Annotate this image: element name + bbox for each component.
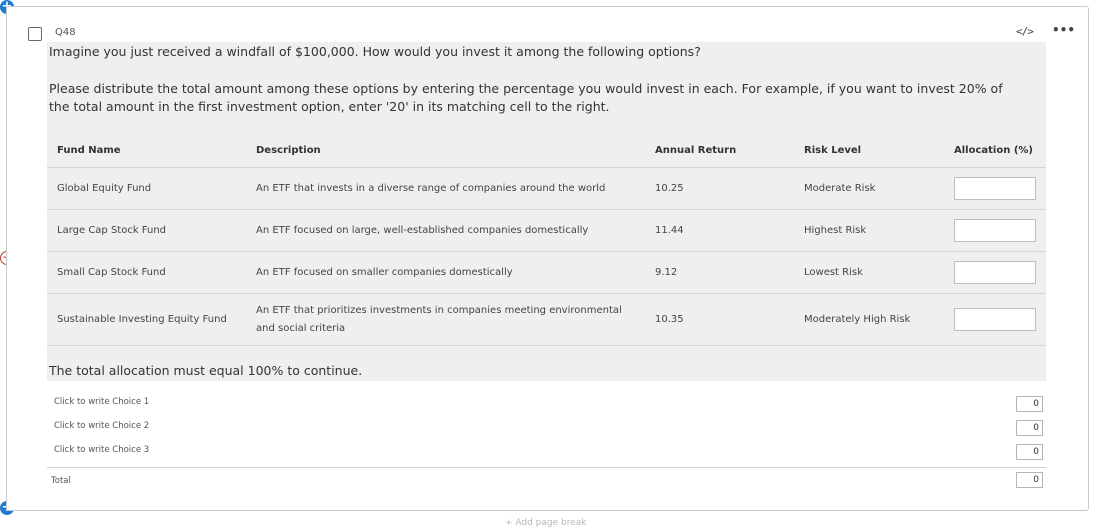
choice-value-box[interactable]: 0 — [1016, 396, 1043, 412]
fund-risk: Moderately High Risk — [794, 293, 944, 346]
fund-description: An ETF that prioritizes investments in c… — [246, 293, 645, 346]
question-select-checkbox[interactable] — [28, 27, 42, 41]
header-annual-return: Annual Return — [645, 134, 794, 168]
fund-name: Global Equity Fund — [47, 167, 246, 210]
total-label: Total — [51, 476, 71, 486]
more-options-icon[interactable]: ••• — [1052, 23, 1075, 37]
table-row: Global Equity Fund An ETF that invests i… — [47, 167, 1046, 210]
question-instructions: Please distribute the total amount among… — [49, 81, 1003, 114]
total-value-box: 0 — [1016, 472, 1043, 488]
allocation-input[interactable] — [954, 177, 1036, 200]
fund-risk: Highest Risk — [794, 209, 944, 252]
allocation-input[interactable] — [954, 219, 1036, 242]
table-header-row: Fund Name Description Annual Return Risk… — [47, 134, 1046, 168]
fund-description: An ETF focused on smaller companies dome… — [246, 251, 645, 294]
allocation-input[interactable] — [954, 261, 1036, 284]
question-footer-note: The total allocation must equal 100% to … — [49, 363, 363, 378]
fund-return: 10.35 — [645, 293, 794, 346]
fund-risk: Moderate Risk — [794, 167, 944, 210]
fund-description: An ETF that invests in a diverse range o… — [246, 167, 645, 210]
choice-label[interactable]: Click to write Choice 2 — [54, 421, 149, 431]
fund-risk: Lowest Risk — [794, 251, 944, 294]
choice-value-box[interactable]: 0 — [1016, 420, 1043, 436]
total-divider — [47, 467, 1046, 468]
code-icon[interactable]: </> — [1016, 25, 1034, 38]
question-id: Q48 — [55, 27, 76, 38]
fund-description: An ETF focused on large, well-establishe… — [246, 209, 645, 252]
table-row: Small Cap Stock Fund An ETF focused on s… — [47, 251, 1046, 294]
allocation-input[interactable] — [954, 308, 1036, 331]
fund-name: Small Cap Stock Fund — [47, 251, 246, 294]
fund-name: Large Cap Stock Fund — [47, 209, 246, 252]
fund-name: Sustainable Investing Equity Fund — [47, 293, 246, 346]
header-allocation: Allocation (%) — [944, 134, 1046, 168]
table-row: Sustainable Investing Equity Fund An ETF… — [47, 293, 1046, 346]
fund-return: 9.12 — [645, 251, 794, 294]
table-row: Large Cap Stock Fund An ETF focused on l… — [47, 209, 1046, 252]
choice-value-box[interactable]: 0 — [1016, 444, 1043, 460]
question-prompt: Imagine you just received a windfall of … — [49, 44, 701, 59]
choice-label[interactable]: Click to write Choice 3 — [54, 445, 149, 455]
header-risk-level: Risk Level — [794, 134, 944, 168]
header-description: Description — [246, 134, 645, 168]
fund-return: 10.25 — [645, 167, 794, 210]
header-fund-name: Fund Name — [47, 134, 246, 168]
fund-table: Fund Name Description Annual Return Risk… — [47, 134, 1046, 346]
fund-return: 11.44 — [645, 209, 794, 252]
add-page-break-link[interactable]: + Add page break — [505, 518, 587, 528]
question-text-area[interactable]: Imagine you just received a windfall of … — [47, 42, 1046, 381]
choice-label[interactable]: Click to write Choice 1 — [54, 397, 149, 407]
